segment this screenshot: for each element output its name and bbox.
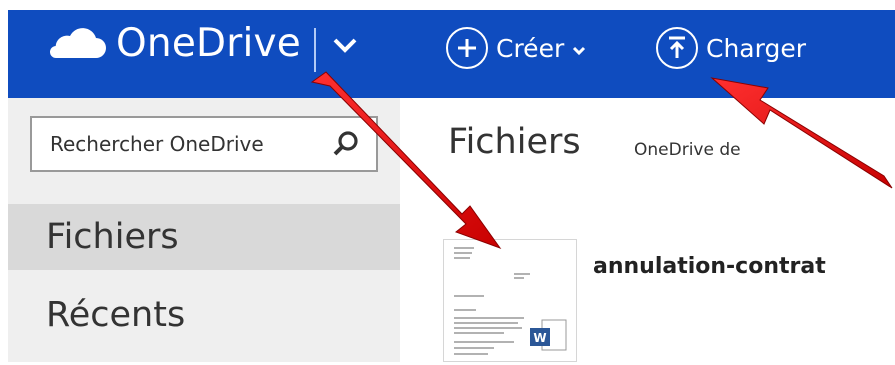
annotation-arrows [310,71,893,250]
arrow-to-upload [710,77,893,189]
arrow-to-file [310,71,502,250]
